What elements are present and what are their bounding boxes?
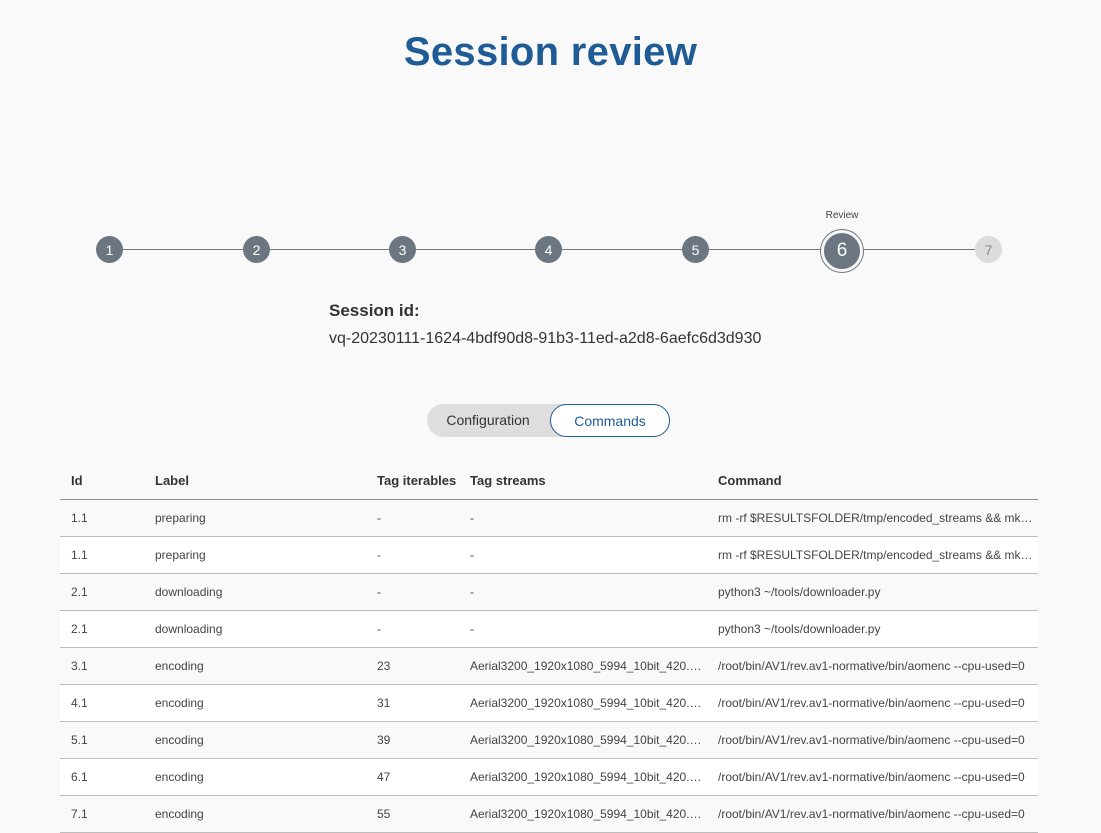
cell-tag-streams: -: [459, 536, 707, 574]
table-row[interactable]: 6.1 encoding 47 Aerial3200_1920x1080_599…: [60, 758, 1038, 796]
cell-tag-streams: Aerial3200_1920x1080_5994_10bit_420.y4m: [459, 758, 707, 796]
cell-tag-iterables: 39: [366, 721, 459, 759]
cell-id: 1.1: [60, 499, 144, 537]
page-title: Session review: [403, 30, 698, 74]
commands-table: Id Label Tag iterables Tag streams Comma…: [60, 462, 1038, 833]
cell-label: encoding: [144, 684, 366, 722]
cell-command: rm -rf $RESULTSFOLDER/tmp/encoded_stream…: [707, 536, 1038, 574]
commands-table-wrap: Id Label Tag iterables Tag streams Comma…: [60, 462, 1038, 833]
cell-tag-iterables: 47: [366, 758, 459, 796]
header-label[interactable]: Label: [144, 462, 366, 500]
table-row[interactable]: 4.1 encoding 31 Aerial3200_1920x1080_599…: [60, 684, 1038, 722]
table-header-row: Id Label Tag iterables Tag streams Comma…: [60, 462, 1038, 500]
view-toggle: Configuration Commands: [427, 404, 670, 437]
step-3[interactable]: 3: [389, 236, 416, 263]
cell-label: preparing: [144, 499, 366, 537]
cell-tag-streams: -: [459, 499, 707, 537]
table-row[interactable]: 7.1 encoding 55 Aerial3200_1920x1080_599…: [60, 795, 1038, 833]
cell-tag-streams: Aerial3200_1920x1080_5994_10bit_420.y4m: [459, 721, 707, 759]
cell-id: 3.1: [60, 647, 144, 685]
step-5[interactable]: 5: [682, 236, 709, 263]
step-6-caption: Review: [825, 210, 859, 221]
cell-label: encoding: [144, 758, 366, 796]
session-id-label: Session id:: [329, 301, 420, 320]
cell-id: 4.1: [60, 684, 144, 722]
cell-tag-iterables: -: [366, 536, 459, 574]
cell-label: encoding: [144, 647, 366, 685]
cell-tag-iterables: 55: [366, 795, 459, 833]
header-id[interactable]: Id: [60, 462, 144, 500]
cell-id: 6.1: [60, 758, 144, 796]
table-row[interactable]: 3.1 encoding 23 Aerial3200_1920x1080_599…: [60, 647, 1038, 685]
cell-id: 7.1: [60, 795, 144, 833]
cell-command: /root/bin/AV1/rev.av1-normative/bin/aome…: [707, 758, 1038, 796]
cell-tag-streams: Aerial3200_1920x1080_5994_10bit_420.y4m: [459, 647, 707, 685]
cell-label: encoding: [144, 795, 366, 833]
cell-command: /root/bin/AV1/rev.av1-normative/bin/aome…: [707, 647, 1038, 685]
cell-tag-streams: Aerial3200_1920x1080_5994_10bit_420.y4m: [459, 684, 707, 722]
step-1[interactable]: 1: [96, 236, 123, 263]
step-7[interactable]: 7: [975, 236, 1002, 263]
cell-label: downloading: [144, 573, 366, 611]
session-id-value: vq-20230111-1624-4bdf90d8-91b3-11ed-a2d8…: [329, 330, 762, 347]
cell-tag-streams: -: [459, 610, 707, 648]
cell-tag-streams: -: [459, 573, 707, 611]
commands-tab[interactable]: Commands: [550, 404, 670, 437]
step-6-current[interactable]: 6: [821, 230, 863, 272]
header-tag-streams[interactable]: Tag streams: [459, 462, 707, 500]
cell-command: rm -rf $RESULTSFOLDER/tmp/encoded_stream…: [707, 499, 1038, 537]
cell-tag-iterables: 23: [366, 647, 459, 685]
cell-label: encoding: [144, 721, 366, 759]
configuration-tab[interactable]: Configuration: [427, 404, 549, 437]
cell-tag-iterables: 31: [366, 684, 459, 722]
cell-tag-iterables: -: [366, 610, 459, 648]
step-2[interactable]: 2: [243, 236, 270, 263]
cell-id: 5.1: [60, 721, 144, 759]
table-row[interactable]: 5.1 encoding 39 Aerial3200_1920x1080_599…: [60, 721, 1038, 759]
cell-command: python3 ~/tools/downloader.py: [707, 610, 1038, 648]
stepper: 1 2 3 4 5 Review 6 7: [0, 200, 1101, 290]
cell-tag-iterables: -: [366, 499, 459, 537]
header-command[interactable]: Command: [707, 462, 1038, 500]
cell-label: downloading: [144, 610, 366, 648]
cell-command: /root/bin/AV1/rev.av1-normative/bin/aome…: [707, 684, 1038, 722]
cell-command: /root/bin/AV1/rev.av1-normative/bin/aome…: [707, 795, 1038, 833]
table-row[interactable]: 1.1 preparing - - rm -rf $RESULTSFOLDER/…: [60, 536, 1038, 574]
cell-tag-iterables: -: [366, 573, 459, 611]
cell-command: /root/bin/AV1/rev.av1-normative/bin/aome…: [707, 721, 1038, 759]
cell-tag-streams: Aerial3200_1920x1080_5994_10bit_420.y4m: [459, 795, 707, 833]
cell-id: 2.1: [60, 610, 144, 648]
table-row[interactable]: 1.1 preparing - - rm -rf $RESULTSFOLDER/…: [60, 499, 1038, 537]
cell-id: 1.1: [60, 536, 144, 574]
table-row[interactable]: 2.1 downloading - - python3 ~/tools/down…: [60, 573, 1038, 611]
cell-label: preparing: [144, 536, 366, 574]
cell-command: python3 ~/tools/downloader.py: [707, 573, 1038, 611]
header-tag-iterables[interactable]: Tag iterables: [366, 462, 459, 500]
step-4[interactable]: 4: [535, 236, 562, 263]
table-row[interactable]: 2.1 downloading - - python3 ~/tools/down…: [60, 610, 1038, 648]
cell-id: 2.1: [60, 573, 144, 611]
